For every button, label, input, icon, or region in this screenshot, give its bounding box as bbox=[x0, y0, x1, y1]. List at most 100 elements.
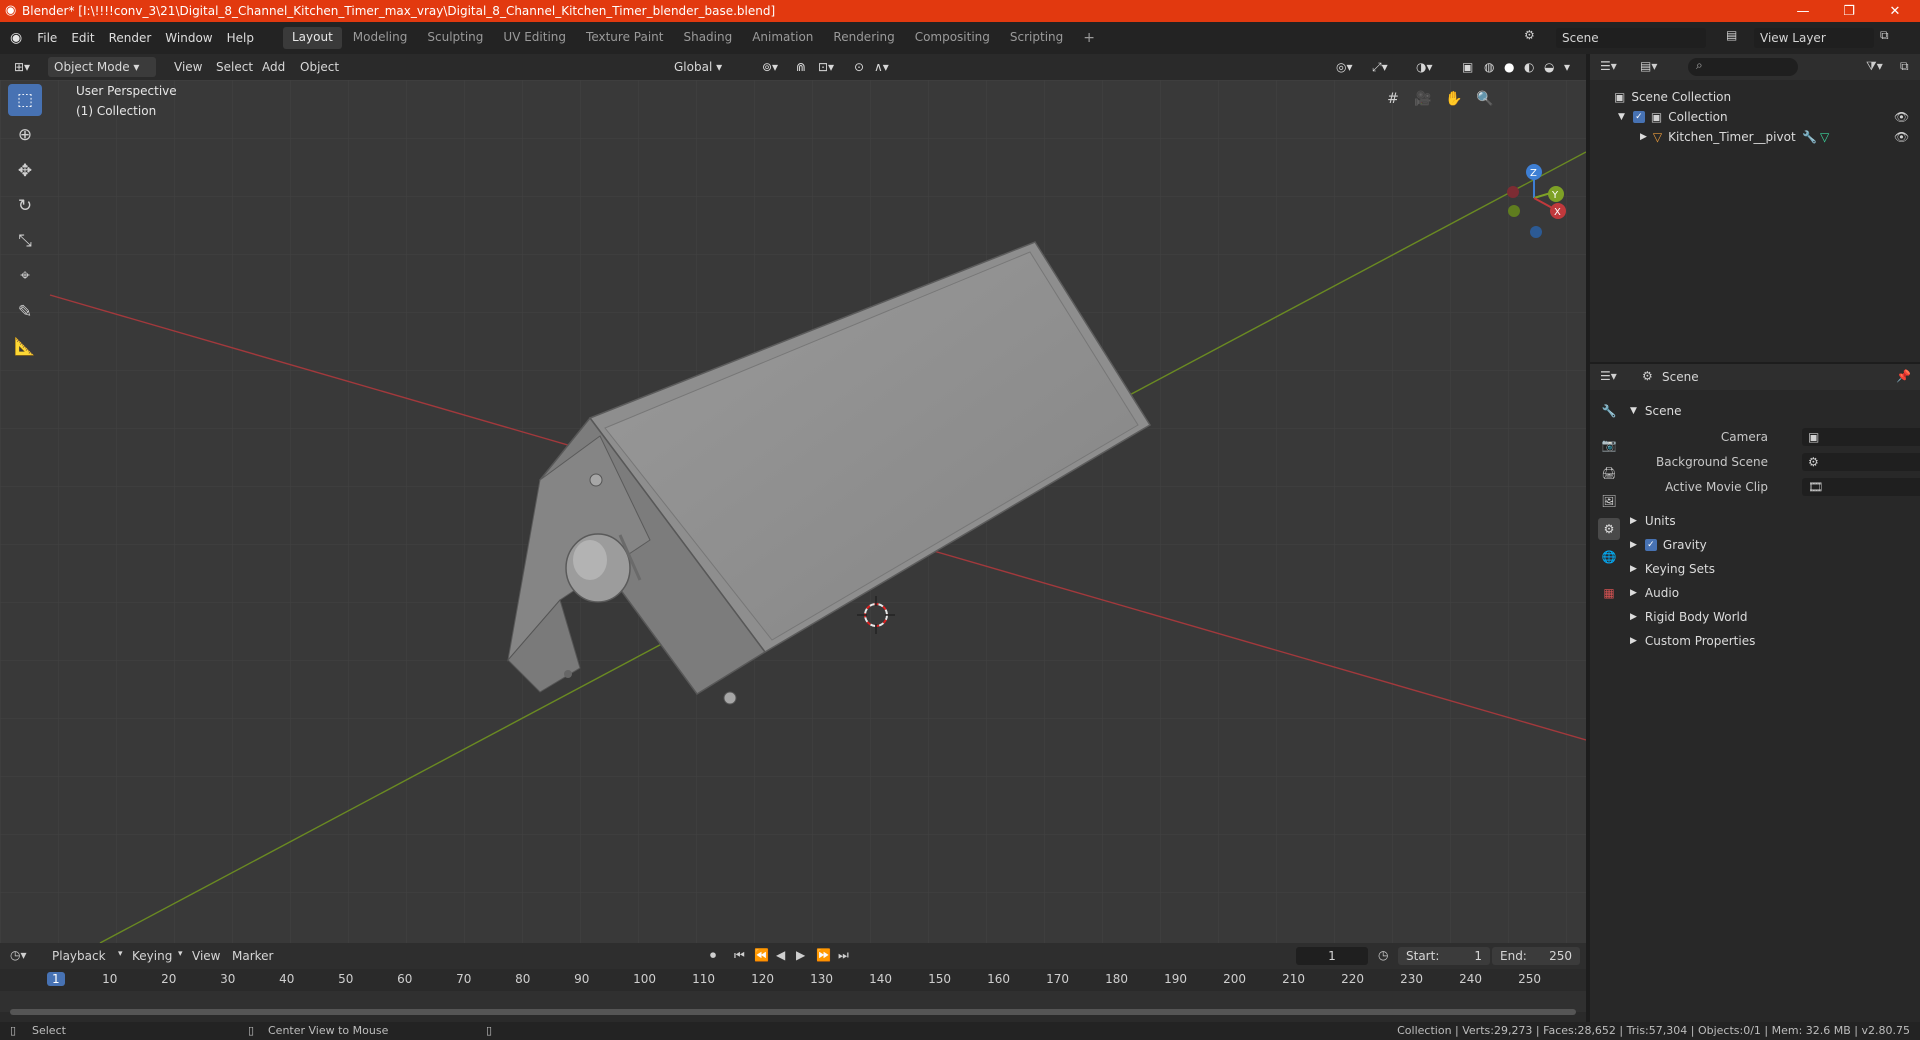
jump-start-icon[interactable]: ⏮ bbox=[734, 948, 745, 963]
snap-icon[interactable]: ⋒ bbox=[790, 57, 812, 77]
measure-tool-icon[interactable]: 📐 bbox=[8, 331, 42, 363]
mode-dropdown[interactable]: Object Mode ▾ bbox=[48, 57, 156, 77]
keying-sets-panel-header[interactable]: ▶ Keying Sets bbox=[1630, 558, 1715, 580]
tab-modeling[interactable]: Modeling bbox=[344, 27, 417, 49]
object-visibility-icon[interactable]: 👁 bbox=[1894, 130, 1909, 144]
visibility-icon[interactable]: ◎▾ bbox=[1330, 57, 1359, 77]
tab-sculpting[interactable]: Sculpting bbox=[418, 27, 492, 49]
proportional-edit-icon[interactable]: ⊙ bbox=[848, 57, 870, 77]
pan-hand-icon[interactable]: ✋ bbox=[1441, 86, 1467, 112]
tab-texture-paint[interactable]: Texture Paint bbox=[577, 27, 672, 49]
minimize-button[interactable]: — bbox=[1780, 0, 1826, 22]
view-layer-selector[interactable]: View Layer bbox=[1754, 28, 1874, 48]
end-frame-field[interactable]: End: 250 bbox=[1492, 947, 1580, 965]
object-expand-icon[interactable]: ▶ bbox=[1640, 132, 1647, 142]
grid-view-icon[interactable]: # bbox=[1380, 86, 1406, 112]
collection-expand-icon[interactable]: ▼ bbox=[1618, 112, 1625, 122]
timeline-scrollbar[interactable] bbox=[10, 1009, 1576, 1015]
rotate-tool-icon[interactable]: ↻ bbox=[8, 190, 42, 222]
tab-compositing[interactable]: Compositing bbox=[906, 27, 999, 49]
close-window-button[interactable]: ✕ bbox=[1872, 0, 1918, 22]
annotate-tool-icon[interactable]: ✎ bbox=[8, 296, 42, 328]
outliner-row-collection[interactable]: ▼ ✓ ▣ Collection 👁 bbox=[1590, 107, 1920, 127]
pivot-icon[interactable]: ⊚▾ bbox=[756, 57, 784, 77]
rigid-body-world-panel-header[interactable]: ▶ Rigid Body World bbox=[1630, 606, 1747, 628]
mesh-data-icon[interactable]: ▽ bbox=[1820, 130, 1829, 144]
add-workspace-button[interactable]: + bbox=[1074, 27, 1104, 49]
collection-checkbox[interactable]: ✓ bbox=[1632, 111, 1645, 123]
menu-keying[interactable]: Keying bbox=[132, 949, 172, 963]
texture-properties-tab-icon[interactable]: ▦ bbox=[1598, 582, 1620, 604]
modifier-wrench-icon[interactable]: 🔧 bbox=[1802, 130, 1817, 144]
menu-render[interactable]: Render bbox=[102, 31, 159, 45]
filter-icon[interactable]: ⧩▾ bbox=[1866, 59, 1883, 74]
tab-layout[interactable]: Layout bbox=[282, 27, 342, 49]
jump-end-icon[interactable]: ⏭ bbox=[838, 948, 849, 963]
menu-edit[interactable]: Edit bbox=[64, 31, 101, 45]
outliner-search-input[interactable]: ⌕ bbox=[1688, 58, 1798, 76]
menu-view[interactable]: View bbox=[168, 57, 208, 77]
render-properties-tab-icon[interactable]: 📷 bbox=[1598, 434, 1620, 456]
display-mode-icon[interactable]: ▤▾ bbox=[1640, 59, 1657, 73]
scene-panel-header[interactable]: ▼ Scene bbox=[1630, 400, 1682, 422]
transform-tool-icon[interactable]: ⌖ bbox=[8, 260, 42, 292]
current-frame-field[interactable]: 1 bbox=[1296, 947, 1368, 965]
shading-options-icon[interactable]: ▾ bbox=[1558, 57, 1576, 77]
gravity-checkbox[interactable]: ✓ bbox=[1644, 539, 1657, 551]
record-button-icon[interactable]: ⏺ bbox=[710, 948, 716, 963]
cursor-tool-icon[interactable]: ⊕ bbox=[8, 119, 42, 151]
zoom-icon[interactable]: 🔍 bbox=[1472, 86, 1498, 112]
menu-marker[interactable]: Marker bbox=[232, 949, 273, 963]
pin-icon[interactable]: 📌 bbox=[1896, 369, 1911, 383]
timeline-editor-type-icon[interactable]: ◷▾ bbox=[10, 948, 27, 962]
menu-select[interactable]: Select bbox=[210, 57, 259, 77]
gizmo-toggle-icon[interactable]: ⤢▾ bbox=[1366, 57, 1394, 77]
properties-editor-type-icon[interactable]: ☰▾ bbox=[1600, 369, 1617, 383]
world-properties-tab-icon[interactable]: 🌐 bbox=[1598, 546, 1620, 568]
new-collection-icon[interactable]: ⧉ bbox=[1900, 59, 1909, 74]
overlay-toggle-icon[interactable]: ◑▾ bbox=[1410, 57, 1439, 77]
transform-orientation-dropdown[interactable]: Global ▾ bbox=[668, 57, 748, 77]
custom-properties-panel-header[interactable]: ▶ Custom Properties bbox=[1630, 630, 1755, 652]
snap-target-icon[interactable]: ⊡▾ bbox=[812, 57, 840, 77]
active-movie-clip-field[interactable]: 🎞 bbox=[1802, 478, 1920, 496]
xray-icon[interactable]: ▣ bbox=[1456, 57, 1479, 77]
menu-add[interactable]: Add bbox=[256, 57, 291, 77]
menu-help[interactable]: Help bbox=[220, 31, 261, 45]
camera-field[interactable]: ▣✒ bbox=[1802, 428, 1920, 446]
gravity-panel-header[interactable]: ▶ ✓ Gravity bbox=[1630, 534, 1707, 556]
units-panel-header[interactable]: ▶ Units bbox=[1630, 510, 1676, 532]
tab-animation[interactable]: Animation bbox=[743, 27, 822, 49]
falloff-icon[interactable]: ∧▾ bbox=[868, 57, 895, 77]
move-tool-icon[interactable]: ✥ bbox=[8, 155, 42, 187]
collection-visibility-icon[interactable]: 👁 bbox=[1894, 110, 1909, 124]
scene-properties-tab-icon[interactable]: ⚙ bbox=[1598, 518, 1620, 540]
menu-file[interactable]: File bbox=[30, 31, 64, 45]
menu-timeline-view[interactable]: View bbox=[192, 949, 220, 963]
background-scene-field[interactable]: ⚙ bbox=[1802, 453, 1920, 471]
editor-type-icon[interactable]: ⊞▾ bbox=[8, 57, 36, 77]
start-frame-field[interactable]: Start: 1 bbox=[1398, 947, 1490, 965]
select-box-tool-icon[interactable]: ⬚ bbox=[8, 84, 42, 116]
3d-viewport[interactable]: Z Y X User Perspective (1) Collection # … bbox=[0, 80, 1586, 943]
maximize-button[interactable]: ❐ bbox=[1826, 0, 1872, 22]
play-reverse-icon[interactable]: ◀ bbox=[776, 948, 785, 962]
new-view-layer-icon[interactable]: ⧉ bbox=[1880, 28, 1889, 43]
outliner-row-object[interactable]: ▶ ▽ Kitchen_Timer__pivot 🔧 ▽ 👁 bbox=[1590, 127, 1920, 147]
menu-playback[interactable]: Playback bbox=[52, 949, 106, 963]
blender-menu-icon[interactable]: ◉ bbox=[10, 30, 22, 46]
scene-selector[interactable]: Scene bbox=[1556, 28, 1706, 48]
menu-window[interactable]: Window bbox=[158, 31, 219, 45]
camera-view-icon[interactable]: 🎥 bbox=[1410, 86, 1436, 112]
outliner-editor-type-icon[interactable]: ☰▾ bbox=[1600, 59, 1617, 73]
audio-panel-header[interactable]: ▶ Audio bbox=[1630, 582, 1679, 604]
jump-keyframe-forward-icon[interactable]: ⏩ bbox=[816, 948, 831, 962]
tab-shading[interactable]: Shading bbox=[674, 27, 741, 49]
view-layer-properties-tab-icon[interactable]: 🖼 bbox=[1598, 490, 1620, 512]
menu-object[interactable]: Object bbox=[294, 57, 345, 77]
tool-properties-tab-icon[interactable]: 🔧 bbox=[1598, 400, 1620, 422]
play-icon[interactable]: ▶ bbox=[796, 948, 805, 962]
tab-rendering[interactable]: Rendering bbox=[824, 27, 903, 49]
outliner-row-scene-collection[interactable]: ▣ Scene Collection bbox=[1590, 87, 1920, 107]
current-frame-marker[interactable]: 1 bbox=[47, 972, 65, 986]
